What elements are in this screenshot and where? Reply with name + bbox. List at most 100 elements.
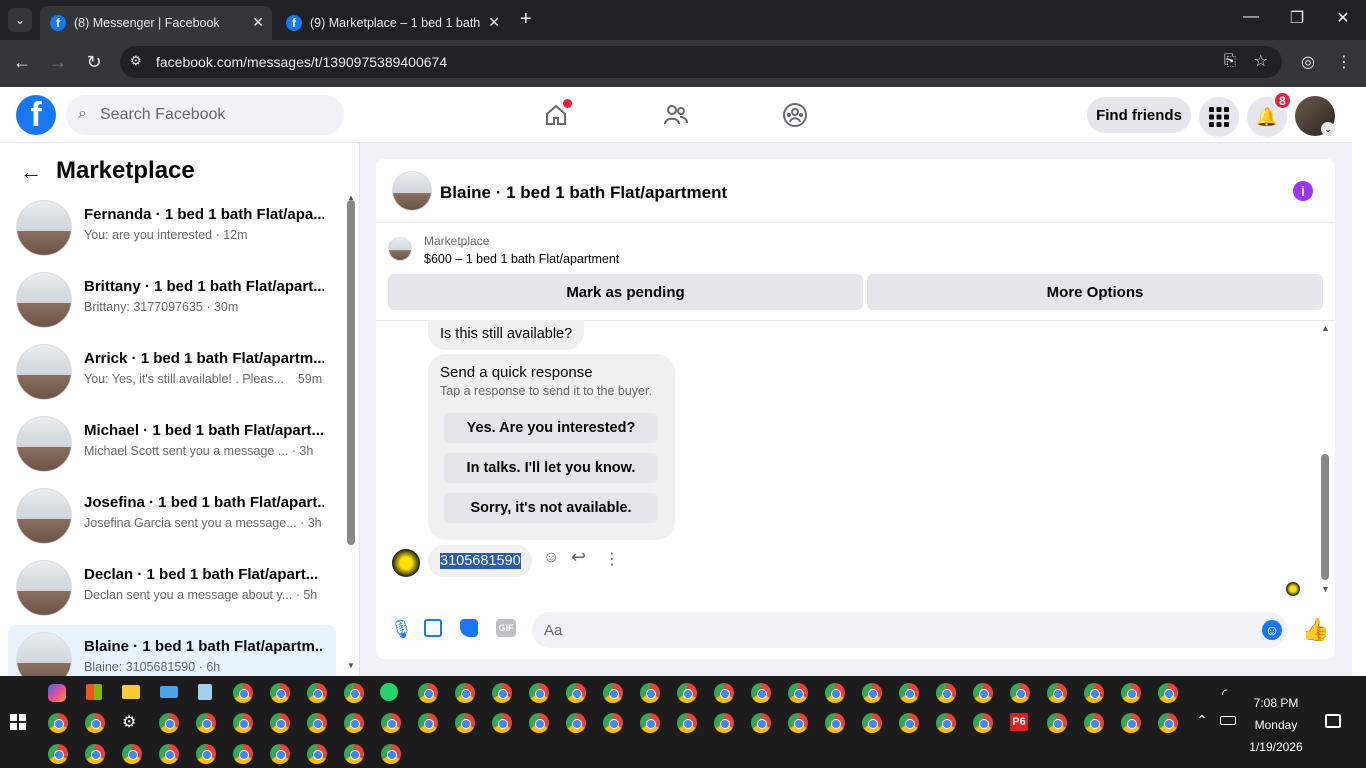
chrome-app-icon[interactable] (788, 713, 808, 733)
chrome-app-icon[interactable] (529, 683, 549, 703)
restore-icon[interactable]: ❐ (1277, 8, 1317, 28)
page-scrollbar[interactable] (1352, 87, 1366, 676)
chrome-app-icon[interactable] (196, 713, 216, 733)
phone-number-message[interactable]: 3105681590 (428, 545, 532, 577)
close-tab-icon[interactable]: ✕ (488, 14, 500, 31)
show-hidden-icons[interactable]: ⌃ (1196, 712, 1208, 729)
notepad-icon[interactable] (198, 684, 212, 700)
chrome-app-icon[interactable] (529, 713, 549, 733)
chrome-app-icon[interactable] (48, 744, 68, 764)
chrome-app-icon[interactable] (344, 683, 364, 703)
chrome-app-icon[interactable] (1121, 683, 1141, 703)
account-avatar[interactable]: ⌄ (1295, 96, 1335, 136)
system-clock[interactable]: 7:08 PM Monday 1/19/2026 (1236, 692, 1316, 758)
close-tab-icon[interactable]: ✕ (252, 14, 264, 31)
site-settings-icon[interactable]: ⚙ (130, 53, 142, 69)
forward-icon[interactable]: → (46, 52, 70, 73)
chrome-app-icon[interactable] (862, 713, 882, 733)
chrome-app-icon[interactable] (1010, 683, 1030, 703)
chrome-app-icon[interactable] (159, 713, 179, 733)
store-icon[interactable] (86, 684, 102, 700)
chrome-app-icon[interactable] (1084, 683, 1104, 703)
windows-start-icon[interactable] (10, 714, 26, 730)
chrome-app-icon[interactable] (492, 713, 512, 733)
search-input[interactable]: ⌕ Search Facebook (66, 95, 344, 135)
home-icon[interactable] (541, 99, 572, 129)
chrome-app-icon[interactable] (751, 683, 771, 703)
chrome-app-icon[interactable] (788, 683, 808, 703)
chrome-menu-icon[interactable]: ⋮ (1332, 52, 1356, 72)
chrome-app-icon[interactable] (973, 713, 993, 733)
chrome-app-icon[interactable] (825, 713, 845, 733)
conversation-item[interactable]: Michael · 1 bed 1 bath Flat/apart... Mic… (8, 409, 336, 479)
chrome-app-icon[interactable] (751, 713, 771, 733)
keyboard-icon[interactable] (160, 686, 178, 698)
new-tab-icon[interactable]: + (520, 8, 532, 31)
minimize-icon[interactable]: — (1231, 8, 1271, 26)
friends-icon[interactable] (661, 101, 691, 129)
profile-icon[interactable]: ◎ (1296, 52, 1320, 72)
chrome-app-icon[interactable] (381, 744, 401, 764)
chrome-app-icon[interactable] (455, 713, 475, 733)
file-explorer-icon[interactable] (122, 685, 140, 699)
chrome-app-icon[interactable] (566, 713, 586, 733)
conversation-item[interactable]: Arrick · 1 bed 1 bath Flat/apartm... You… (8, 337, 336, 407)
chrome-app-icon[interactable] (270, 713, 290, 733)
find-friends-button[interactable]: Find friends (1087, 97, 1191, 133)
conversation-item[interactable]: Josefina · 1 bed 1 bath Flat/apart... Jo… (8, 481, 336, 551)
chrome-app-icon[interactable] (85, 744, 105, 764)
conversation-item[interactable]: Fernanda · 1 bed 1 bath Flat/apa... You:… (8, 193, 336, 263)
chrome-app-icon[interactable] (1047, 683, 1067, 703)
chrome-app-icon[interactable] (48, 713, 68, 733)
groups-icon[interactable] (780, 101, 810, 129)
reply-icon[interactable]: ↩ (571, 547, 586, 568)
quick-response-sorry-button[interactable]: Sorry, it's not available. (444, 493, 658, 523)
install-app-icon[interactable]: ⎘ (1224, 52, 1236, 69)
chrome-app-icon[interactable] (85, 713, 105, 733)
chrome-app-icon[interactable] (1084, 713, 1104, 733)
chrome-app-icon[interactable] (196, 744, 216, 764)
sidebar-scrollbar-thumb[interactable] (347, 200, 355, 545)
scroll-down-icon[interactable]: ▼ (347, 661, 355, 670)
chrome-app-icon[interactable] (233, 713, 253, 733)
react-emoji-icon[interactable]: ☺ (543, 549, 559, 567)
reload-icon[interactable]: ↻ (82, 52, 106, 73)
chrome-app-icon[interactable] (381, 713, 401, 733)
chrome-app-icon[interactable] (1121, 713, 1141, 733)
chrome-app-icon[interactable] (640, 713, 660, 733)
chrome-app-icon[interactable] (307, 744, 327, 764)
notifications-button[interactable]: 🔔 8 (1247, 91, 1292, 137)
chrome-app-icon[interactable] (307, 683, 327, 703)
bookmark-star-icon[interactable]: ☆ (1254, 51, 1268, 71)
chrome-app-icon[interactable] (603, 713, 623, 733)
emoji-icon[interactable]: ☺ (1262, 620, 1282, 640)
chrome-app-icon[interactable] (825, 683, 845, 703)
chrome-app-icon[interactable] (677, 713, 697, 733)
chrome-app-icon[interactable] (899, 713, 919, 733)
chrome-app-icon[interactable] (270, 683, 290, 703)
listing-price-title[interactable]: $600 – 1 bed 1 bath Flat/apartment (424, 252, 619, 266)
message-input[interactable]: Aa (532, 612, 1287, 648)
tab-marketplace[interactable]: f (9) Marketplace – 1 bed 1 bath ✕ (276, 6, 508, 40)
conversation-item-selected[interactable]: Blaine · 1 bed 1 bath Flat/apartm... Bla… (8, 625, 336, 676)
photo-icon[interactable] (424, 619, 442, 637)
chrome-app-icon[interactable] (233, 683, 253, 703)
chrome-app-icon[interactable] (418, 683, 438, 703)
chrome-app-icon[interactable] (936, 683, 956, 703)
more-options-button[interactable]: More Options (867, 274, 1323, 310)
chrome-app-icon[interactable] (640, 683, 660, 703)
more-actions-icon[interactable]: ⋮ (604, 549, 620, 569)
chrome-app-icon[interactable] (492, 683, 512, 703)
chrome-app-icon[interactable] (344, 744, 364, 764)
chrome-app-icon[interactable] (159, 744, 179, 764)
battery-icon[interactable] (1220, 716, 1236, 725)
chrome-app-icon[interactable] (122, 744, 142, 764)
chrome-app-icon[interactable] (1158, 713, 1178, 733)
chrome-app-icon[interactable] (714, 683, 734, 703)
chrome-app-icon[interactable] (899, 683, 919, 703)
whatsapp-icon[interactable] (380, 683, 398, 701)
chrome-app-icon[interactable] (1047, 713, 1067, 733)
chat-title[interactable]: Blaine · 1 bed 1 bath Flat/apartment (440, 183, 727, 203)
chrome-app-icon[interactable] (307, 713, 327, 733)
info-icon[interactable]: i (1293, 181, 1313, 201)
